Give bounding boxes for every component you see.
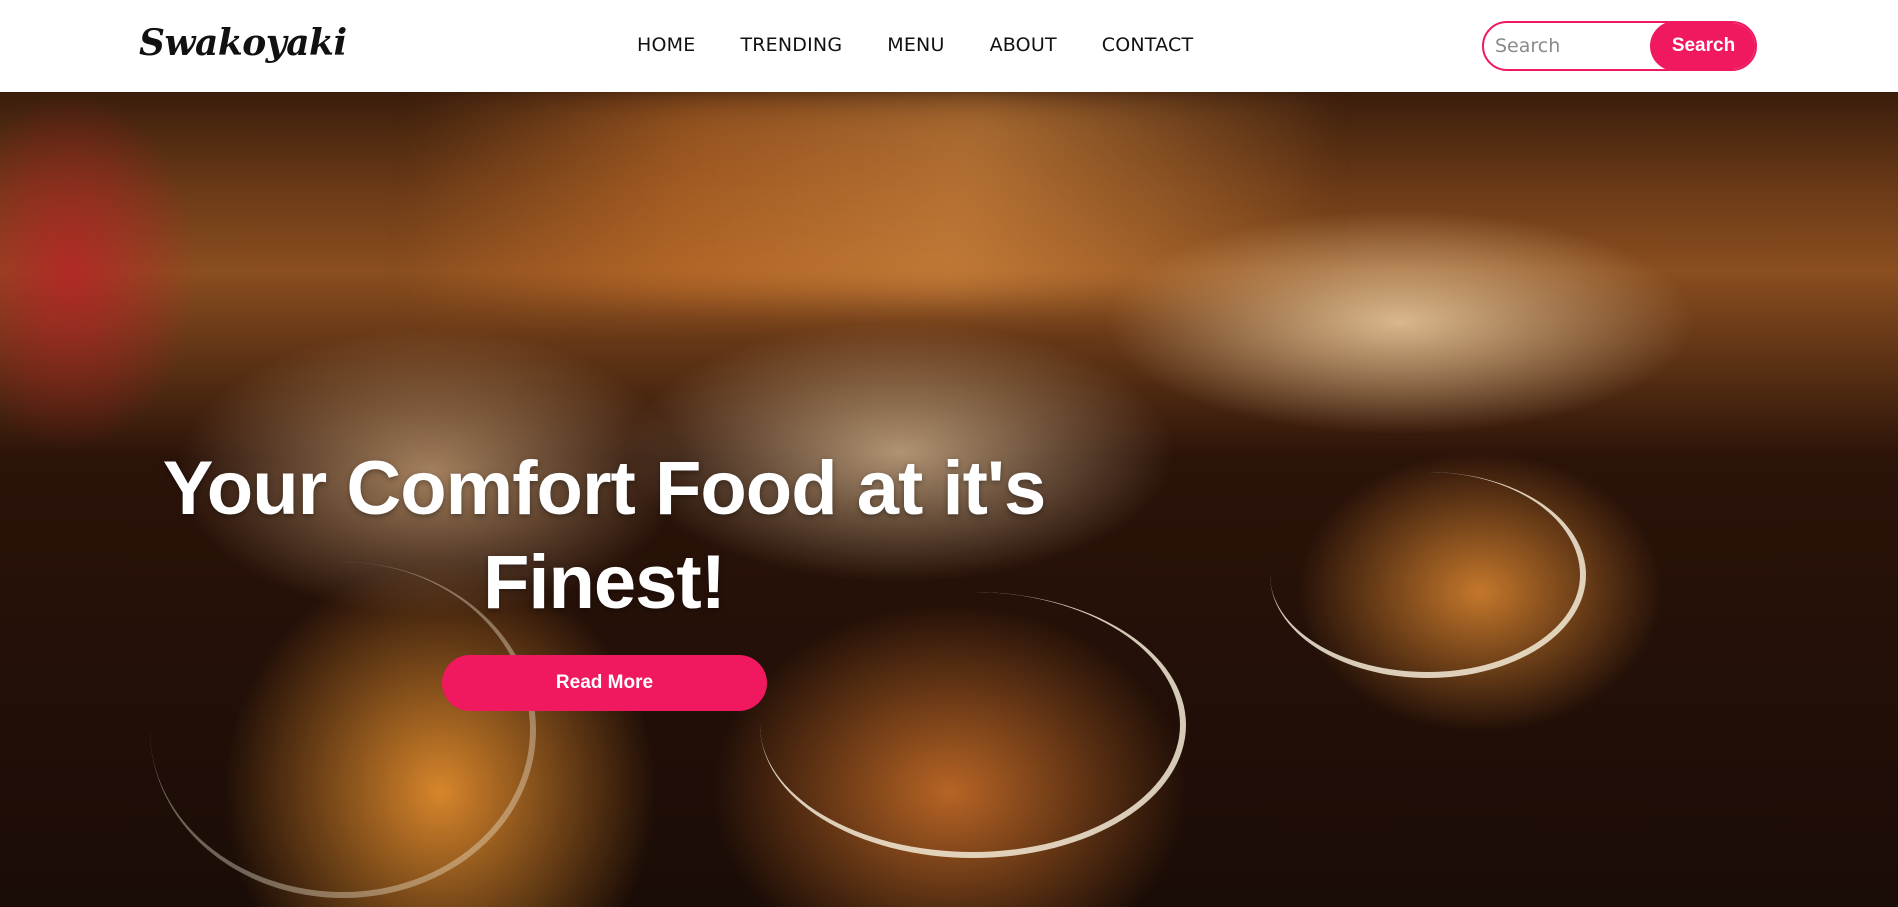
hero-banner: Your Comfort Food at it's Finest! Read M… [0,92,1898,907]
top-navbar: Swakoyaki HOME TRENDING MENU ABOUT CONTA… [0,0,1898,92]
nav-item-home[interactable]: HOME [637,34,695,56]
search-button[interactable]: Search [1650,23,1755,69]
nav-item-menu[interactable]: MENU [887,34,944,56]
nav-item-contact[interactable]: CONTACT [1102,34,1194,56]
search-form: Search [1482,21,1757,71]
read-more-button[interactable]: Read More [442,655,767,711]
hero-background-image [0,92,200,452]
search-input[interactable] [1484,23,1654,69]
main-navigation: HOME TRENDING MENU ABOUT CONTACT [637,34,1238,56]
hero-decor-drizzle [1270,472,1586,678]
nav-item-trending[interactable]: TRENDING [740,34,842,56]
hero-background-highlight [420,92,1320,302]
hero-title: Your Comfort Food at it's Finest! [162,446,1046,625]
hero-decor-drizzle [760,592,1186,858]
brand-logo[interactable]: Swakoyaki [139,22,347,64]
nav-item-about[interactable]: ABOUT [990,34,1057,56]
